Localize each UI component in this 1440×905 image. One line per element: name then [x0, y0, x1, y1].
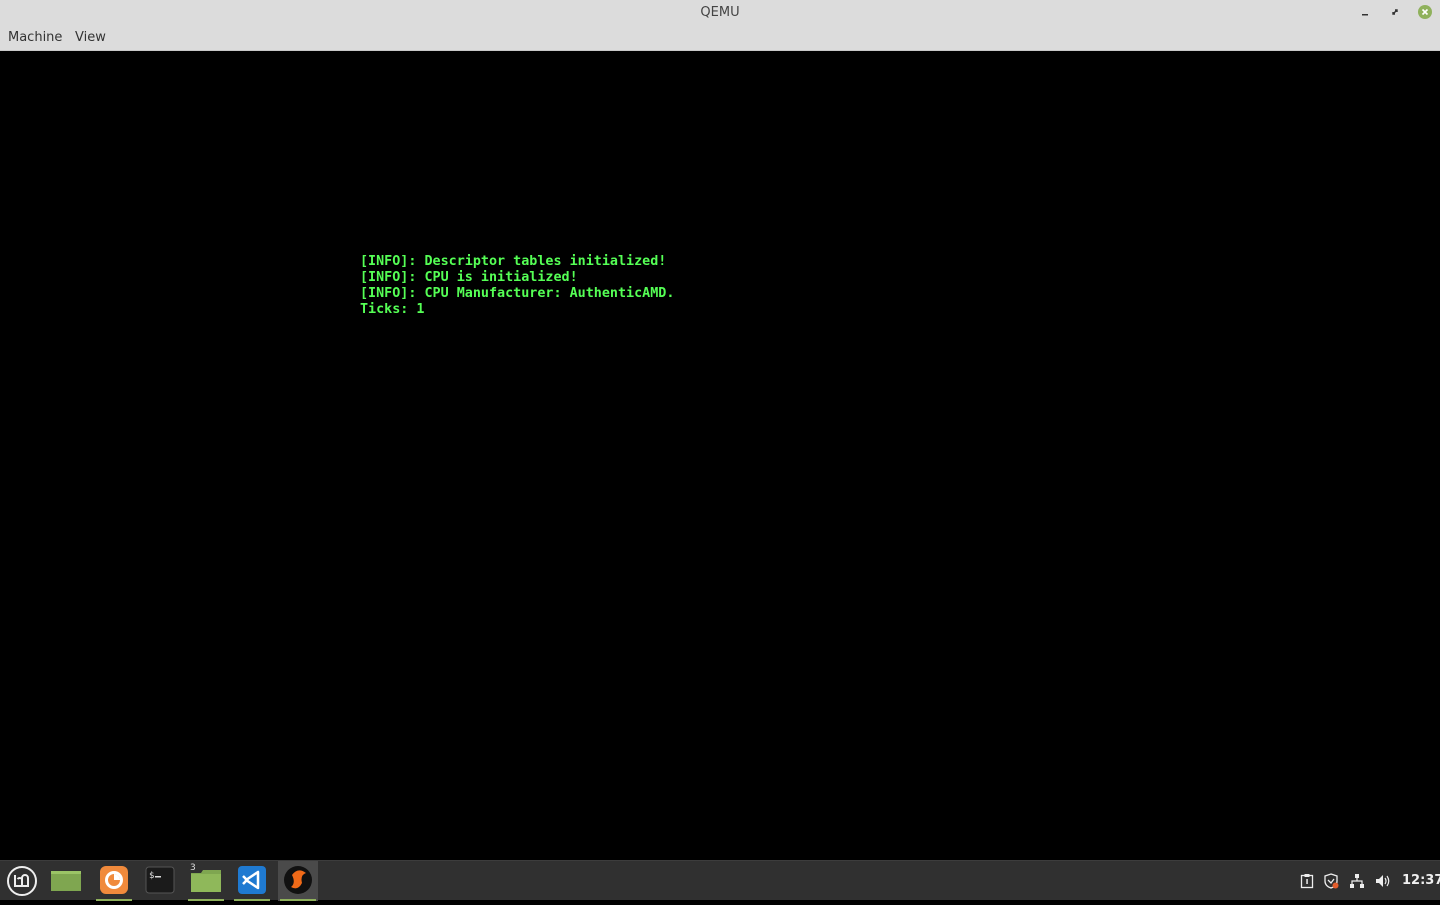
- menu-view[interactable]: View: [75, 25, 106, 50]
- console-line: [INFO]: CPU is initialized!: [360, 270, 578, 285]
- taskbar-firefox[interactable]: [94, 861, 134, 901]
- maximize-icon: [1392, 9, 1398, 15]
- console-output: [INFO]: Descriptor tables initialized! [I…: [360, 254, 674, 318]
- svg-text:$: $: [149, 871, 154, 881]
- terminal-icon: $: [145, 866, 175, 894]
- minimize-icon: [1362, 14, 1368, 16]
- network-icon: [1350, 874, 1364, 888]
- console-line: [INFO]: Descriptor tables initialized!: [360, 254, 667, 269]
- menu-machine[interactable]: Machine: [8, 25, 62, 50]
- console-line: [INFO]: CPU Manufacturer: AuthenticAMD.: [360, 286, 675, 301]
- running-indicator: [188, 899, 224, 901]
- qemu-icon: [284, 866, 312, 894]
- clock[interactable]: 12:37: [1402, 861, 1440, 901]
- console-line: Ticks: 1: [360, 302, 425, 317]
- maximize-button[interactable]: [1387, 4, 1403, 20]
- taskbar-files[interactable]: 3: [186, 861, 226, 901]
- mint-menu-icon: [7, 866, 37, 896]
- taskbar: $ 3 12:37: [0, 860, 1440, 901]
- running-indicator: [234, 899, 270, 901]
- close-button[interactable]: [1417, 4, 1433, 20]
- vscode-icon: [238, 866, 266, 894]
- show-desktop-button[interactable]: [46, 861, 86, 901]
- svg-text:3: 3: [190, 863, 196, 873]
- mint-menu-button[interactable]: [1, 861, 41, 901]
- tray-volume[interactable]: [1375, 873, 1391, 889]
- taskbar-vscode[interactable]: [232, 861, 272, 901]
- running-indicator: [280, 899, 316, 901]
- files-icon: 3: [190, 863, 221, 892]
- volume-icon: [1376, 875, 1390, 887]
- taskbar-qemu[interactable]: [278, 861, 318, 901]
- taskbar-terminal[interactable]: $: [140, 861, 180, 901]
- vm-display[interactable]: [INFO]: Descriptor tables initialized! [I…: [0, 51, 1440, 860]
- running-indicator: [96, 899, 132, 901]
- firefox-icon: [100, 866, 128, 894]
- update-shield-icon: [1324, 873, 1339, 889]
- title-bar: QEMU: [0, 0, 1440, 25]
- menu-bar: Machine View: [0, 25, 1440, 51]
- show-desktop-icon: [51, 871, 81, 891]
- minimize-button[interactable]: [1357, 4, 1373, 20]
- tray-clipboard[interactable]: [1299, 873, 1315, 889]
- window-title: QEMU: [700, 5, 740, 20]
- close-icon: [1418, 5, 1432, 19]
- clipboard-icon: [1300, 874, 1314, 889]
- tray-network[interactable]: [1349, 873, 1365, 889]
- tray-update-manager[interactable]: [1323, 873, 1339, 889]
